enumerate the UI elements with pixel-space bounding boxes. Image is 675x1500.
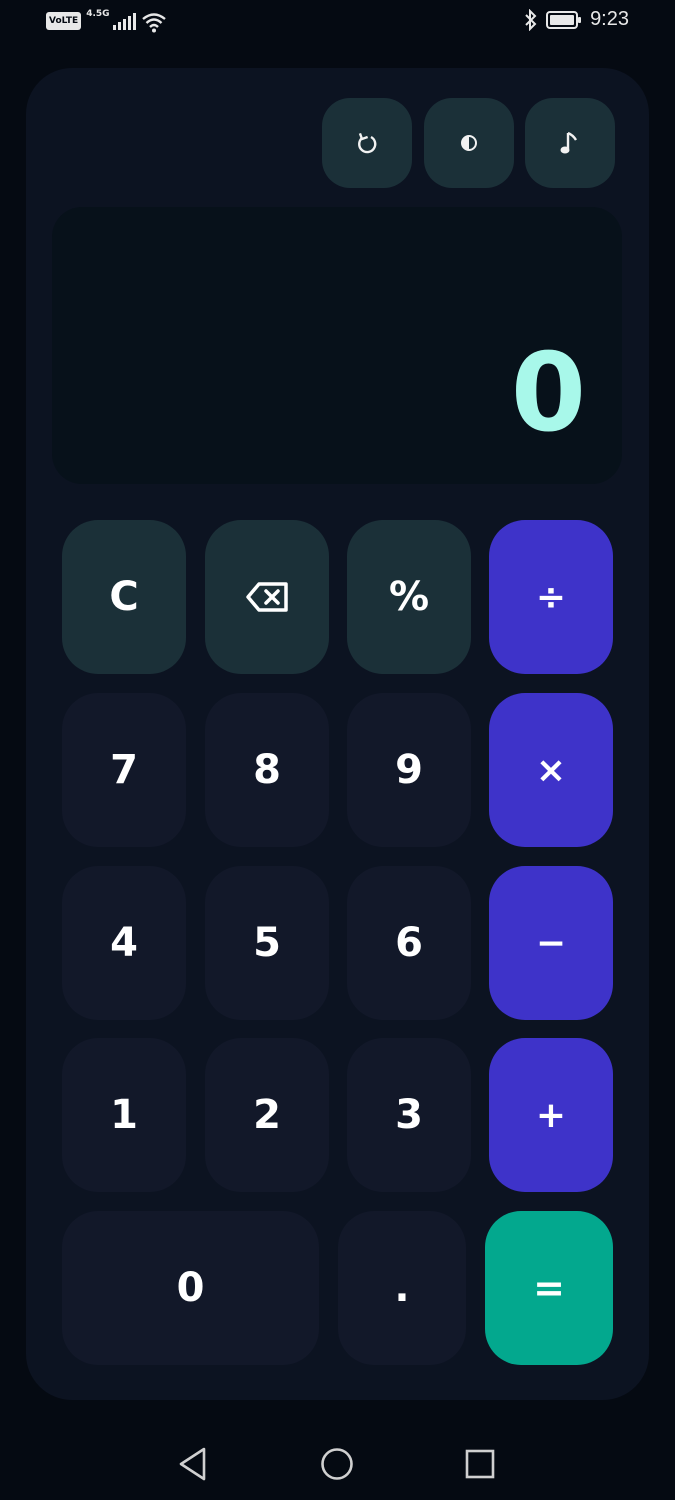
network-type: 4.5G [86, 9, 110, 19]
digit-6-button[interactable]: 6 [347, 866, 471, 1020]
status-right: 9:23 [524, 8, 629, 31]
history-button[interactable] [322, 98, 412, 188]
status-left: VoLTE 4.5G [46, 9, 167, 33]
recents-icon[interactable] [464, 1448, 496, 1480]
multiply-button[interactable]: × [489, 693, 613, 847]
backspace-icon [246, 582, 288, 612]
digit-9-button[interactable]: 9 [347, 693, 471, 847]
sound-icon [560, 131, 578, 154]
status-bar: VoLTE 4.5G 9:23 [0, 0, 675, 42]
equals-button[interactable]: = [485, 1211, 613, 1365]
clear-button[interactable]: C [62, 520, 186, 674]
navigation-bar [0, 1430, 675, 1500]
bluetooth-icon [525, 8, 537, 31]
digit-7-button[interactable]: 7 [62, 693, 186, 847]
decimal-button[interactable]: . [338, 1211, 466, 1365]
history-icon [358, 132, 377, 154]
digit-0-button[interactable]: 0 [62, 1211, 319, 1365]
digit-2-button[interactable]: 2 [205, 1038, 329, 1192]
home-icon[interactable] [320, 1447, 354, 1481]
theme-toggle-button[interactable] [424, 98, 514, 188]
digit-8-button[interactable]: 8 [205, 693, 329, 847]
battery-icon [546, 10, 582, 29]
wifi-icon [141, 13, 166, 33]
divide-button[interactable]: ÷ [489, 520, 613, 674]
signal-icon [112, 12, 136, 30]
backspace-button[interactable] [205, 520, 329, 674]
subtract-button[interactable]: − [489, 866, 613, 1020]
back-icon[interactable] [176, 1446, 210, 1482]
add-button[interactable]: + [489, 1038, 613, 1192]
digit-1-button[interactable]: 1 [62, 1038, 186, 1192]
result-display: 0 [52, 207, 622, 484]
digit-4-button[interactable]: 4 [62, 866, 186, 1020]
volte-badge: VoLTE [46, 12, 82, 30]
digit-5-button[interactable]: 5 [205, 866, 329, 1020]
digit-3-button[interactable]: 3 [347, 1038, 471, 1192]
display-value: 0 [510, 331, 586, 456]
percent-button[interactable]: % [347, 520, 471, 674]
clock: 9:23 [590, 8, 629, 30]
sound-button[interactable] [525, 98, 615, 188]
theme-toggle-icon [461, 135, 477, 151]
